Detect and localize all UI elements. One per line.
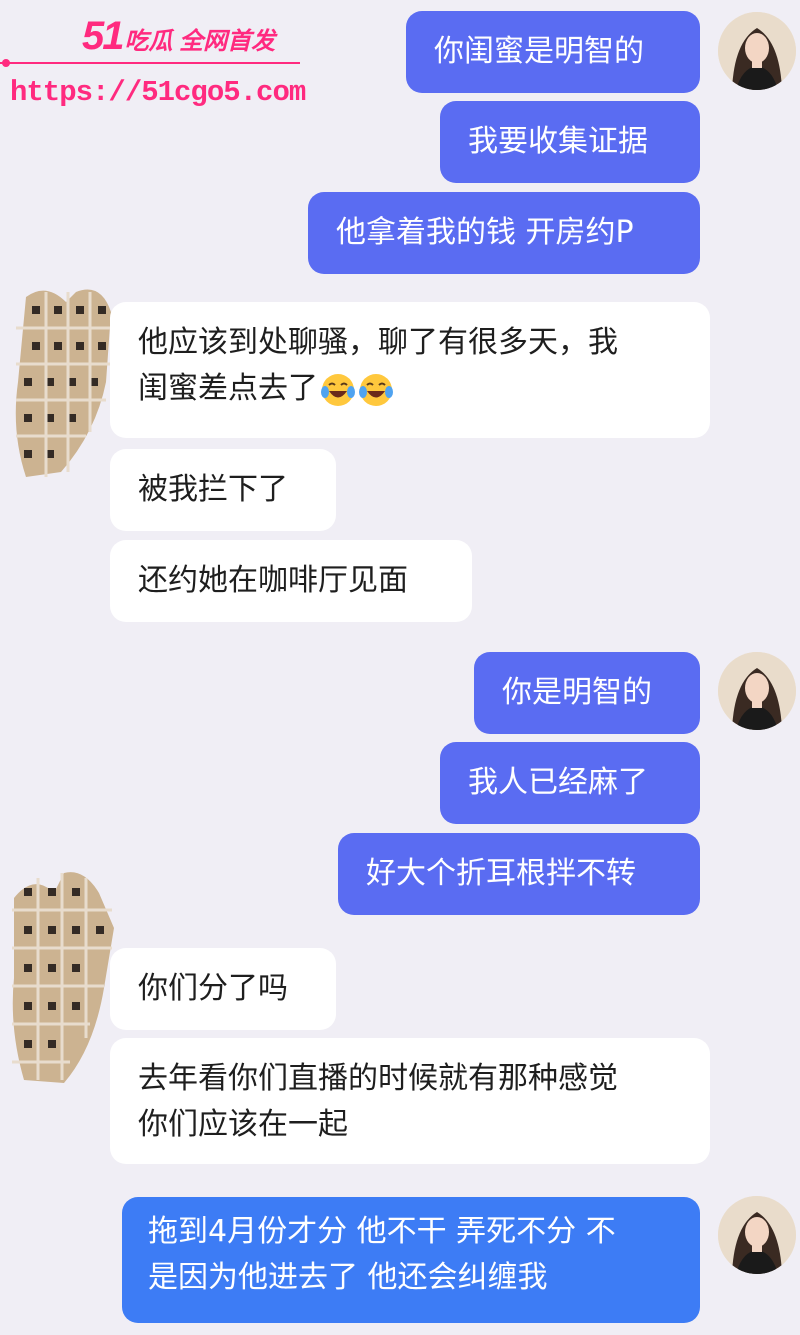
- message-text: 你们分了吗: [138, 971, 288, 1006]
- message-bubble-outgoing[interactable]: 他拿着我的钱 开房约P: [308, 192, 700, 274]
- message-bubble-outgoing[interactable]: 你是明智的: [474, 652, 700, 734]
- message-text: 我要收集证据: [468, 124, 648, 159]
- message-bubble-outgoing[interactable]: 你闺蜜是明智的: [406, 11, 700, 93]
- watermark-url: https://51cgo5.com: [10, 76, 306, 109]
- self-avatar[interactable]: [718, 1196, 796, 1274]
- message-bubble-incoming[interactable]: 还约她在咖啡厅见面: [110, 540, 472, 622]
- watermark-divider: [0, 62, 300, 64]
- self-avatar[interactable]: [718, 652, 796, 730]
- message-text-line: 是因为他进去了 他还会纠缠我: [148, 1260, 548, 1295]
- watermark-brand-text: 吃瓜 全网首发: [124, 28, 276, 55]
- message-text: 你是明智的: [502, 675, 652, 710]
- avatar-photo-icon: [718, 12, 796, 90]
- message-bubble-outgoing[interactable]: 我人已经麻了: [440, 742, 700, 824]
- message-text: 好大个折耳根拌不转: [366, 856, 636, 891]
- message-text-line: 去年看你们直播的时候就有那种感觉: [138, 1061, 618, 1096]
- watermark-dot: [2, 59, 10, 67]
- message-bubble-outgoing[interactable]: 好大个折耳根拌不转: [338, 833, 700, 915]
- message-text: 我人已经麻了: [468, 765, 648, 800]
- avatar-photo-icon: [718, 652, 796, 730]
- watermark-number: 51: [82, 14, 124, 58]
- avatar-photo-icon: [718, 1196, 796, 1274]
- message-text: 还约她在咖啡厅见面: [138, 563, 408, 598]
- message-text: 他拿着我的钱 开房约P: [336, 215, 634, 250]
- message-text: 被我拦下了: [138, 472, 288, 507]
- crying-laughing-emoji-icon: [321, 373, 355, 406]
- message-text-line: 闺蜜差点去了: [138, 371, 318, 406]
- message-text-line: 你们应该在一起: [138, 1107, 348, 1142]
- crying-laughing-emoji-icon: [359, 373, 393, 406]
- message-bubble-outgoing[interactable]: 拖到4月份才分 他不干 弄死不分 不 是因为他进去了 他还会纠缠我: [122, 1197, 700, 1323]
- message-bubble-incoming[interactable]: 去年看你们直播的时候就有那种感觉 你们应该在一起: [110, 1038, 710, 1164]
- message-text: 你闺蜜是明智的: [434, 34, 644, 69]
- message-text-line: 拖到4月份才分 他不干 弄死不分 不: [148, 1214, 616, 1249]
- self-avatar[interactable]: [718, 12, 796, 90]
- watermark: 51吃瓜 全网首发 https://51cgo5.com: [0, 0, 320, 120]
- message-bubble-incoming[interactable]: 你们分了吗: [110, 948, 336, 1030]
- message-bubble-outgoing[interactable]: 我要收集证据: [440, 101, 700, 183]
- message-text-line: 他应该到处聊骚，聊了有很多天，我: [138, 325, 618, 360]
- watermark-brand: 51吃瓜 全网首发: [82, 14, 275, 59]
- contact-avatar-pixelated: [12, 872, 114, 1083]
- message-bubble-incoming[interactable]: 他应该到处聊骚，聊了有很多天，我 闺蜜差点去了: [110, 302, 710, 438]
- message-bubble-incoming[interactable]: 被我拦下了: [110, 449, 336, 531]
- contact-avatar-pixelated: [15, 289, 112, 477]
